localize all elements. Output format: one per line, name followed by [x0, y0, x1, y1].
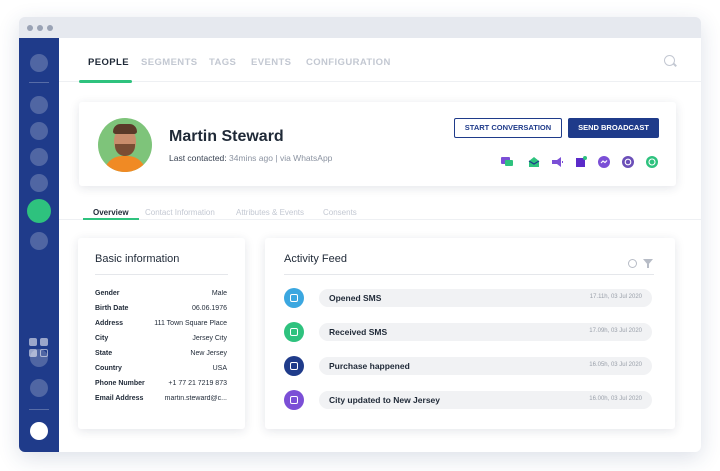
sidebar: [19, 38, 59, 452]
help-icon[interactable]: [30, 349, 48, 367]
activity-feed-title: Activity Feed: [284, 253, 347, 265]
last-contacted-value: 34mins ago: [229, 153, 273, 163]
filter-icon: [647, 264, 649, 268]
activity-item[interactable]: Purchase happened 16.05h, 03 Jul 2020: [319, 357, 652, 375]
subtab-divider: [59, 219, 701, 220]
viber-icon[interactable]: [622, 156, 634, 168]
people-icon[interactable]: [27, 199, 51, 223]
info-label: Country: [95, 365, 122, 372]
card-divider: [284, 274, 654, 275]
activity-feed-card: Activity Feed Opened SMS 17.11h, 03 Jul …: [265, 238, 675, 429]
activity-title: Received SMS: [329, 327, 388, 337]
messenger-icon[interactable]: [598, 156, 610, 168]
avatar: [98, 118, 152, 172]
activity-item[interactable]: City updated to New Jersey 16.00h, 03 Ju…: [319, 391, 652, 409]
contact-name: Martin Steward: [169, 128, 284, 145]
last-contacted-channel: via WhatsApp: [279, 153, 333, 163]
info-label: Gender: [95, 290, 120, 297]
info-value: 111 Town Square Place: [154, 320, 227, 327]
subtab-consents[interactable]: Consents: [323, 208, 357, 217]
sidebar-divider: [29, 82, 49, 83]
search-icon[interactable]: [664, 55, 675, 66]
activity-title: Purchase happened: [329, 361, 410, 371]
basic-information-title: Basic information: [95, 253, 180, 265]
activity-title: Opened SMS: [329, 293, 382, 303]
sms-icon: [284, 288, 304, 308]
location-icon: [284, 390, 304, 410]
card-divider: [95, 274, 228, 275]
tab-tags[interactable]: TAGS: [209, 57, 236, 68]
tab-segments[interactable]: SEGMENTS: [141, 57, 198, 68]
activity-item[interactable]: Received SMS 17.09h, 03 Jul 2020: [319, 323, 652, 341]
activity-time: 16.00h, 03 Jul 2020: [589, 396, 642, 402]
title-bar: [19, 17, 701, 38]
info-value: 06.06.1976: [191, 305, 227, 312]
tab-configuration[interactable]: CONFIGURATION: [306, 57, 391, 68]
info-value: +1 77 21 7219 873: [168, 380, 227, 387]
tab-people[interactable]: PEOPLE: [88, 57, 129, 68]
top-tabs: PEOPLE SEGMENTS TAGS EVENTS CONFIGURATIO…: [59, 38, 701, 83]
sidebar-divider: [29, 409, 49, 410]
info-value: martin.steward@c...: [164, 395, 227, 402]
home-icon[interactable]: [30, 54, 48, 72]
activity-time: 17.09h, 03 Jul 2020: [589, 328, 642, 334]
app-window: PEOPLE SEGMENTS TAGS EVENTS CONFIGURATIO…: [19, 17, 701, 452]
start-conversation-button[interactable]: START CONVERSATION: [454, 118, 562, 138]
chat-bubbles-icon[interactable]: [501, 156, 513, 168]
channels-icon[interactable]: [30, 96, 48, 114]
active-tab-indicator: [79, 80, 132, 83]
info-value: USA: [212, 365, 227, 372]
user-avatar-icon[interactable]: [30, 422, 48, 440]
purchase-icon: [284, 356, 304, 376]
last-contacted: Last contacted: 34mins ago | via WhatsAp…: [169, 153, 332, 163]
active-subtab-indicator: [83, 218, 139, 220]
info-label: City: [95, 335, 109, 342]
reports-icon[interactable]: [30, 232, 48, 250]
globe-icon[interactable]: [30, 148, 48, 166]
info-label: Address: [95, 320, 124, 327]
subtab-contact-information[interactable]: Contact Information: [145, 208, 215, 217]
info-label: Phone Number: [95, 380, 145, 387]
info-label: State: [95, 350, 113, 357]
basic-information-card: Basic information Gender Male Birth Date…: [78, 238, 245, 429]
email-icon[interactable]: [528, 156, 540, 168]
activity-time: 16.05h, 03 Jul 2020: [589, 362, 642, 368]
send-broadcast-button[interactable]: SEND BROADCAST: [568, 118, 659, 138]
last-contacted-label: Last contacted:: [169, 153, 227, 163]
window-dot: [47, 25, 53, 31]
info-label: Email Address: [95, 395, 144, 402]
subtab-overview[interactable]: Overview: [93, 208, 129, 217]
window-dot: [27, 25, 33, 31]
megaphone-icon[interactable]: [551, 156, 563, 168]
info-value: Jersey City: [192, 335, 227, 342]
tab-events[interactable]: EVENTS: [251, 57, 291, 68]
cube-icon[interactable]: [575, 156, 587, 168]
activity-title: City updated to New Jersey: [329, 395, 441, 405]
sms-icon: [284, 322, 304, 342]
activity-time: 17.11h, 03 Jul 2020: [589, 294, 642, 300]
info-label: Birth Date: [95, 305, 129, 312]
info-value: Male: [211, 290, 227, 297]
info-value: New Jersey: [190, 350, 227, 357]
activity-item[interactable]: Opened SMS 17.11h, 03 Jul 2020: [319, 289, 652, 307]
profile-card: Martin Steward Last contacted: 34mins ag…: [79, 102, 676, 186]
whatsapp-icon[interactable]: [646, 156, 658, 168]
subtab-attributes-events[interactable]: Attributes & Events: [236, 208, 304, 217]
window-dot: [37, 25, 43, 31]
main-content: PEOPLE SEGMENTS TAGS EVENTS CONFIGURATIO…: [59, 38, 701, 452]
search-icon[interactable]: [628, 259, 637, 268]
notifications-icon[interactable]: [30, 379, 48, 397]
campaign-icon[interactable]: [30, 174, 48, 192]
analytics-icon[interactable]: [30, 122, 48, 140]
separator: |: [275, 153, 278, 163]
